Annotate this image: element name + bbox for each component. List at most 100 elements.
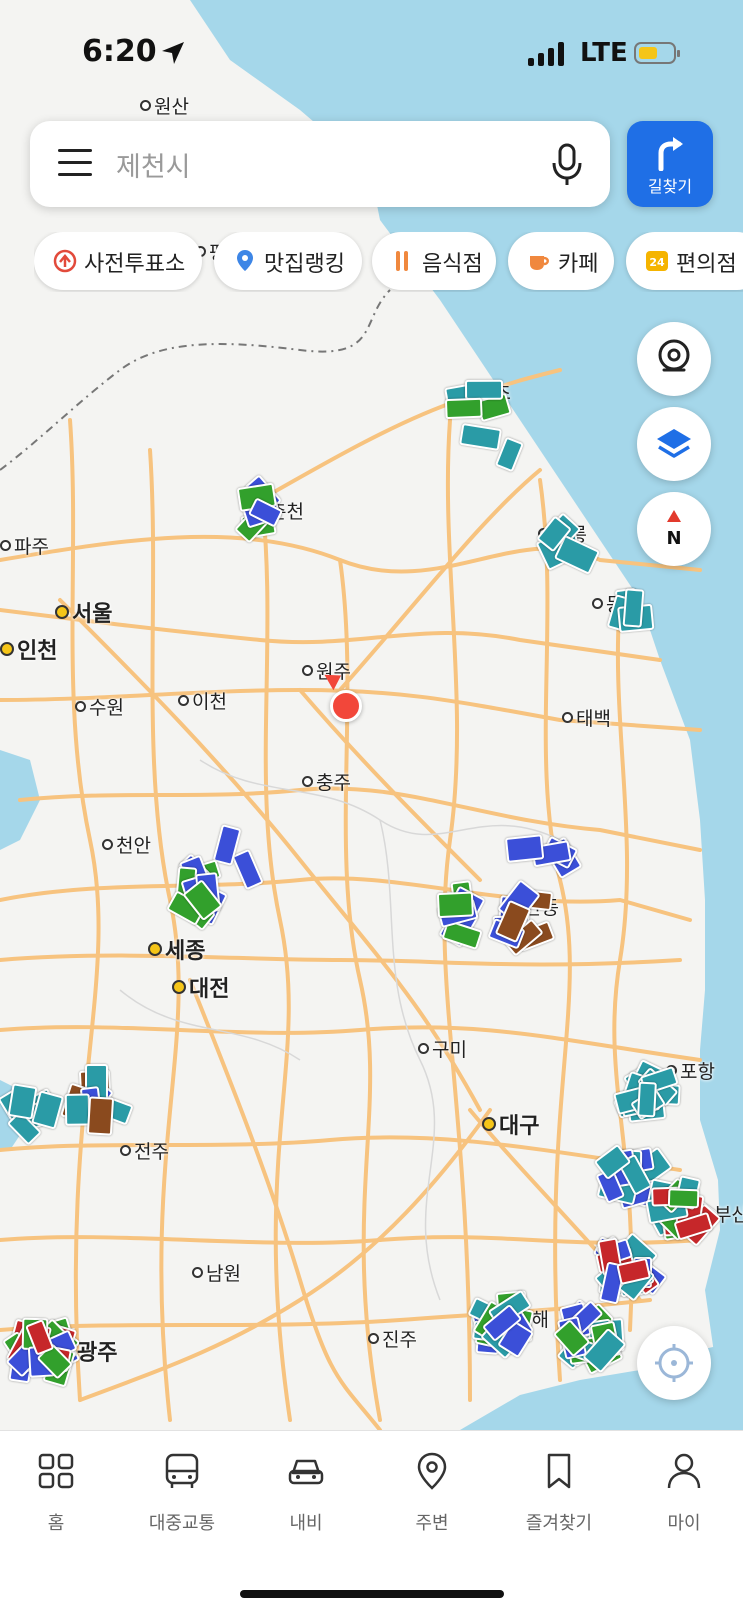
city-name: 서울 xyxy=(72,602,113,627)
nav-my[interactable]: 마이 xyxy=(624,1451,743,1541)
city-name: 충주 xyxy=(316,772,351,794)
crosshair-icon xyxy=(655,1344,693,1382)
layers-button[interactable] xyxy=(637,407,711,481)
nav-favorites[interactable]: 즐겨찾기 xyxy=(499,1451,619,1541)
chip-vote[interactable]: 사전투표소 xyxy=(34,232,202,290)
nav-label: 주변 xyxy=(415,1513,449,1534)
city-dot-icon xyxy=(418,1043,429,1054)
city-name: 대전 xyxy=(189,977,230,1002)
city-name: 광주 xyxy=(77,1341,118,1366)
battery-icon xyxy=(634,42,680,64)
my-location-button[interactable] xyxy=(637,1326,711,1400)
city-dot-icon xyxy=(102,839,113,850)
bottom-navigation: 홈 대중교통 내비 주변 즐겨찾기 마이 xyxy=(0,1430,743,1612)
city-label: 파주 xyxy=(0,532,49,559)
city-name: 대구 xyxy=(499,1114,540,1139)
city-label: 서울 xyxy=(55,596,112,628)
compass-icon: N xyxy=(666,510,682,549)
layers-icon xyxy=(657,429,691,458)
home-grid-icon xyxy=(38,1453,74,1489)
city-dot-icon xyxy=(0,540,11,551)
home-indicator xyxy=(240,1590,504,1598)
chip-label: 사전투표소 xyxy=(84,252,186,277)
nav-label: 내비 xyxy=(289,1513,323,1534)
city-name: 구미 xyxy=(432,1039,467,1061)
search-bar[interactable]: 제천시 xyxy=(30,121,610,207)
city-dot-icon xyxy=(192,1267,203,1278)
city-name: 인천 xyxy=(17,639,58,664)
city-label: 세종 xyxy=(148,933,205,965)
city-dot-icon xyxy=(75,701,86,712)
city-dot-icon xyxy=(592,598,603,609)
ranking-pin-icon xyxy=(237,250,253,271)
city-dot-icon xyxy=(482,1117,496,1131)
city-name: 전주 xyxy=(134,1141,169,1163)
chip-label: 음식점 xyxy=(422,252,483,277)
current-location-dot xyxy=(330,690,362,722)
chip-restaurant[interactable]: 음식점 xyxy=(372,232,496,290)
restaurant-icon xyxy=(396,251,408,271)
city-label: 진주 xyxy=(368,1325,417,1352)
nav-home[interactable]: 홈 xyxy=(0,1451,116,1541)
city-dot-icon xyxy=(368,1333,379,1344)
traffic-marker[interactable] xyxy=(7,1082,38,1120)
city-label: 남원 xyxy=(192,1259,241,1286)
location-pin-icon xyxy=(417,1452,447,1490)
city-name: 파주 xyxy=(14,536,49,558)
city-name: 수원 xyxy=(89,697,124,719)
city-dot-icon xyxy=(178,695,189,706)
bus-icon xyxy=(165,1453,199,1488)
chip-convenience-store[interactable]: 24 편의점 xyxy=(626,232,743,290)
city-name: 세종 xyxy=(165,939,206,964)
compass-button[interactable]: N xyxy=(637,492,711,566)
person-icon xyxy=(667,1453,701,1489)
convenience-store-icon: 24 xyxy=(646,251,668,271)
turn-right-arrow-icon xyxy=(658,137,683,171)
cctv-button[interactable] xyxy=(637,322,711,396)
nav-label: 마이 xyxy=(667,1513,701,1534)
city-label: 대전 xyxy=(172,971,229,1003)
traffic-marker[interactable] xyxy=(622,587,645,628)
traffic-marker[interactable] xyxy=(636,1081,657,1118)
vote-icon xyxy=(53,249,77,273)
city-label: 충주 xyxy=(302,768,351,795)
city-label: 인천 xyxy=(0,633,57,665)
traffic-marker[interactable] xyxy=(86,1095,114,1135)
city-name: 진주 xyxy=(382,1329,417,1351)
city-name: 포항 xyxy=(680,1061,715,1083)
nav-navigation[interactable]: 내비 xyxy=(246,1451,366,1541)
traffic-marker[interactable] xyxy=(459,422,502,451)
chip-cafe[interactable]: 카페 xyxy=(508,232,614,290)
traffic-marker[interactable] xyxy=(667,1188,699,1209)
city-dot-icon xyxy=(562,712,573,723)
chip-label: 카페 xyxy=(558,252,599,277)
city-dot-icon xyxy=(55,605,69,619)
chip-label: 맛집랭킹 xyxy=(264,252,345,277)
city-dot-icon xyxy=(0,642,14,656)
menu-icon[interactable] xyxy=(58,147,92,177)
signal-icon xyxy=(528,42,568,66)
city-name: 태백 xyxy=(576,708,611,730)
nav-transit[interactable]: 대중교통 xyxy=(122,1451,242,1541)
city-dot-icon xyxy=(302,776,313,787)
directions-button[interactable]: 길찾기 xyxy=(627,121,713,207)
city-label: 이천 xyxy=(178,687,227,714)
traffic-marker[interactable] xyxy=(437,890,475,918)
traffic-marker[interactable] xyxy=(504,833,545,863)
traffic-marker[interactable] xyxy=(64,1093,91,1126)
search-input[interactable]: 제천시 xyxy=(116,145,191,184)
city-name: 부산 xyxy=(714,1204,743,1226)
city-label: 구미 xyxy=(418,1035,467,1062)
traffic-marker[interactable] xyxy=(445,398,483,420)
city-name: 이천 xyxy=(192,691,227,713)
nav-label: 즐겨찾기 xyxy=(525,1513,593,1534)
svg-text:24: 24 xyxy=(649,256,665,269)
cafe-icon xyxy=(530,256,549,270)
traffic-marker[interactable] xyxy=(231,849,264,891)
bookmark-icon xyxy=(547,1453,571,1489)
chip-ranking[interactable]: 맛집랭킹 xyxy=(214,232,362,290)
city-name: 천안 xyxy=(116,835,151,857)
nav-nearby[interactable]: 주변 xyxy=(372,1451,492,1541)
city-label: 대구 xyxy=(482,1108,539,1140)
microphone-icon[interactable] xyxy=(550,143,584,187)
